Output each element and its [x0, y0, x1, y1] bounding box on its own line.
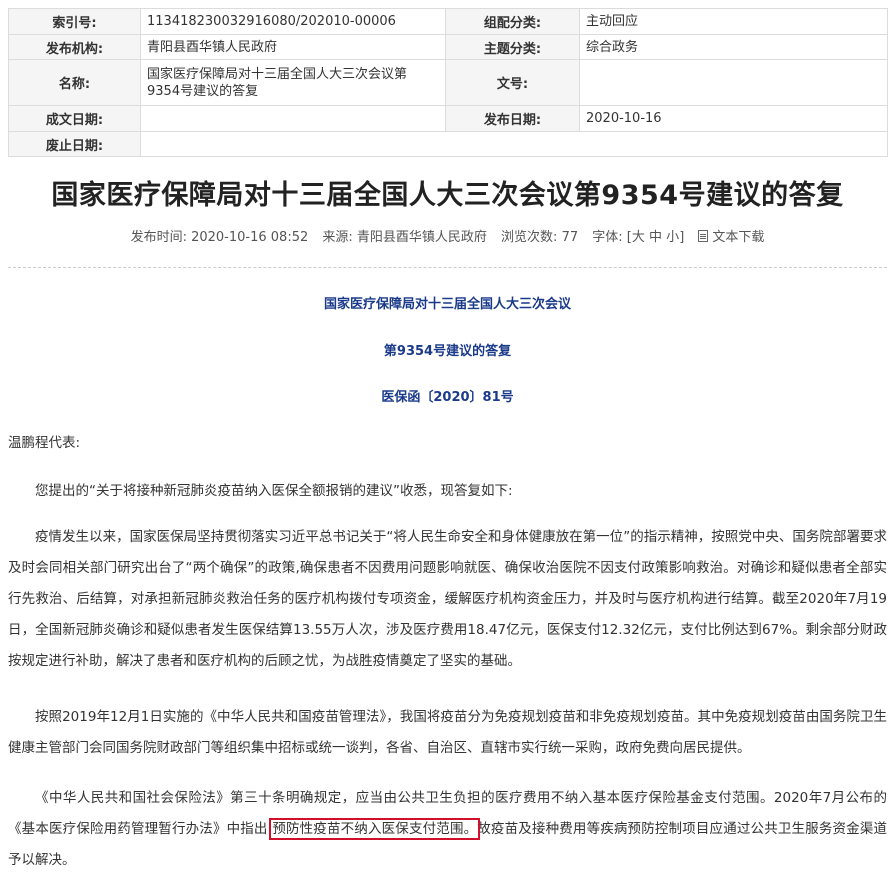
source: 来源: 青阳县酉华镇人民政府: [322, 230, 487, 245]
topic-value: 综合政务: [579, 34, 888, 60]
publisher-value: 青阳县酉华镇人民政府: [140, 34, 446, 60]
paragraph-3: 按照2019年12月1日实施的《中华人民共和国疫苗管理法》，我国将疫苗分为免疫规…: [8, 709, 887, 756]
category-value: 主动回应: [579, 8, 888, 35]
name-value: 国家医疗保障局对十三届全国人大三次会议第9354号建议的答复: [140, 59, 446, 106]
text-download-label: 文本下载: [712, 230, 765, 245]
highlighted-sentence: 预防性疫苗不纳入医保支付范围。: [269, 818, 481, 840]
expire-date-value: [140, 131, 888, 157]
category-label: 组配分类:: [445, 8, 580, 35]
article-info-bar: 发布时间: 2020-10-16 08:52 来源: 青阳县酉华镇人民政府 浏览…: [0, 228, 895, 248]
heading-line-2: 第9354号建议的答复: [383, 344, 512, 359]
docno-value: [579, 59, 888, 106]
written-date-value: [140, 105, 446, 132]
index-value: 11341823003291608​0/202010-00006: [140, 8, 446, 35]
font-small-link[interactable]: 小: [666, 230, 679, 245]
meta-row: 索引号: 11341823003291608​0/202010-00006 组配…: [8, 8, 888, 35]
font-size-bracket: ]: [679, 230, 685, 245]
paragraph-4: 《中华人民共和国社会保险法》第三十条明确规定，应当由公共卫生负担的医疗费用不纳入…: [8, 783, 887, 876]
font-large-link[interactable]: 大: [632, 230, 645, 245]
document-icon: [698, 230, 709, 242]
text-download-link[interactable]: 文本下载: [698, 230, 764, 245]
publisher-label: 发布机构:: [8, 34, 141, 60]
views-label: 浏览次数:: [501, 230, 558, 245]
meta-row: 废止日期:: [8, 131, 888, 157]
pub-date-label: 发布日期:: [445, 105, 580, 132]
font-medium-link[interactable]: 中: [649, 230, 662, 245]
font-size-label: 字体: [: [592, 230, 632, 245]
index-label: 索引号:: [8, 8, 141, 35]
article-title: 国家医疗保障局对十三届全国人大三次会议第9354号建议的答复: [51, 180, 844, 211]
paragraph-1: 您提出的“关于将接种新冠肺炎疫苗纳入医保全额报销的建议”收悉，现答复如下:: [35, 483, 513, 499]
divider: [8, 267, 887, 268]
name-label: 名称:: [8, 59, 141, 106]
meta-row: 发布机构: 青阳县酉华镇人民政府 主题分类: 综合政务: [8, 34, 888, 60]
heading-line-1: 国家医疗保障局对十三届全国人大三次会议: [323, 297, 571, 312]
expire-date-label: 废止日期:: [8, 131, 141, 157]
heading-line-3: 医保函〔2020〕81号: [381, 390, 514, 405]
paragraph-2: 疫情发生以来，国家医保局坚持贯彻落实习近平总书记关于“将人民生命安全和身体健康放…: [8, 529, 887, 669]
meta-row: 成文日期: 发布日期: 2020-10-16: [8, 105, 888, 132]
docno-label: 文号:: [445, 59, 580, 106]
topic-label: 主题分类:: [445, 34, 580, 60]
pub-date-value: 2020-10-16: [579, 105, 888, 132]
meta-row: 名称: 国家医疗保障局对十三届全国人大三次会议第9354号建议的答复 文号:: [8, 59, 888, 106]
salutation: 温鹏程代表:: [8, 435, 81, 451]
publish-time: 发布时间: 2020-10-16 08:52: [130, 230, 309, 245]
info-meta-table: 索引号: 11341823003291608​0/202010-00006 组配…: [8, 8, 888, 157]
views-count: 77: [561, 230, 579, 245]
written-date-label: 成文日期:: [8, 105, 141, 132]
